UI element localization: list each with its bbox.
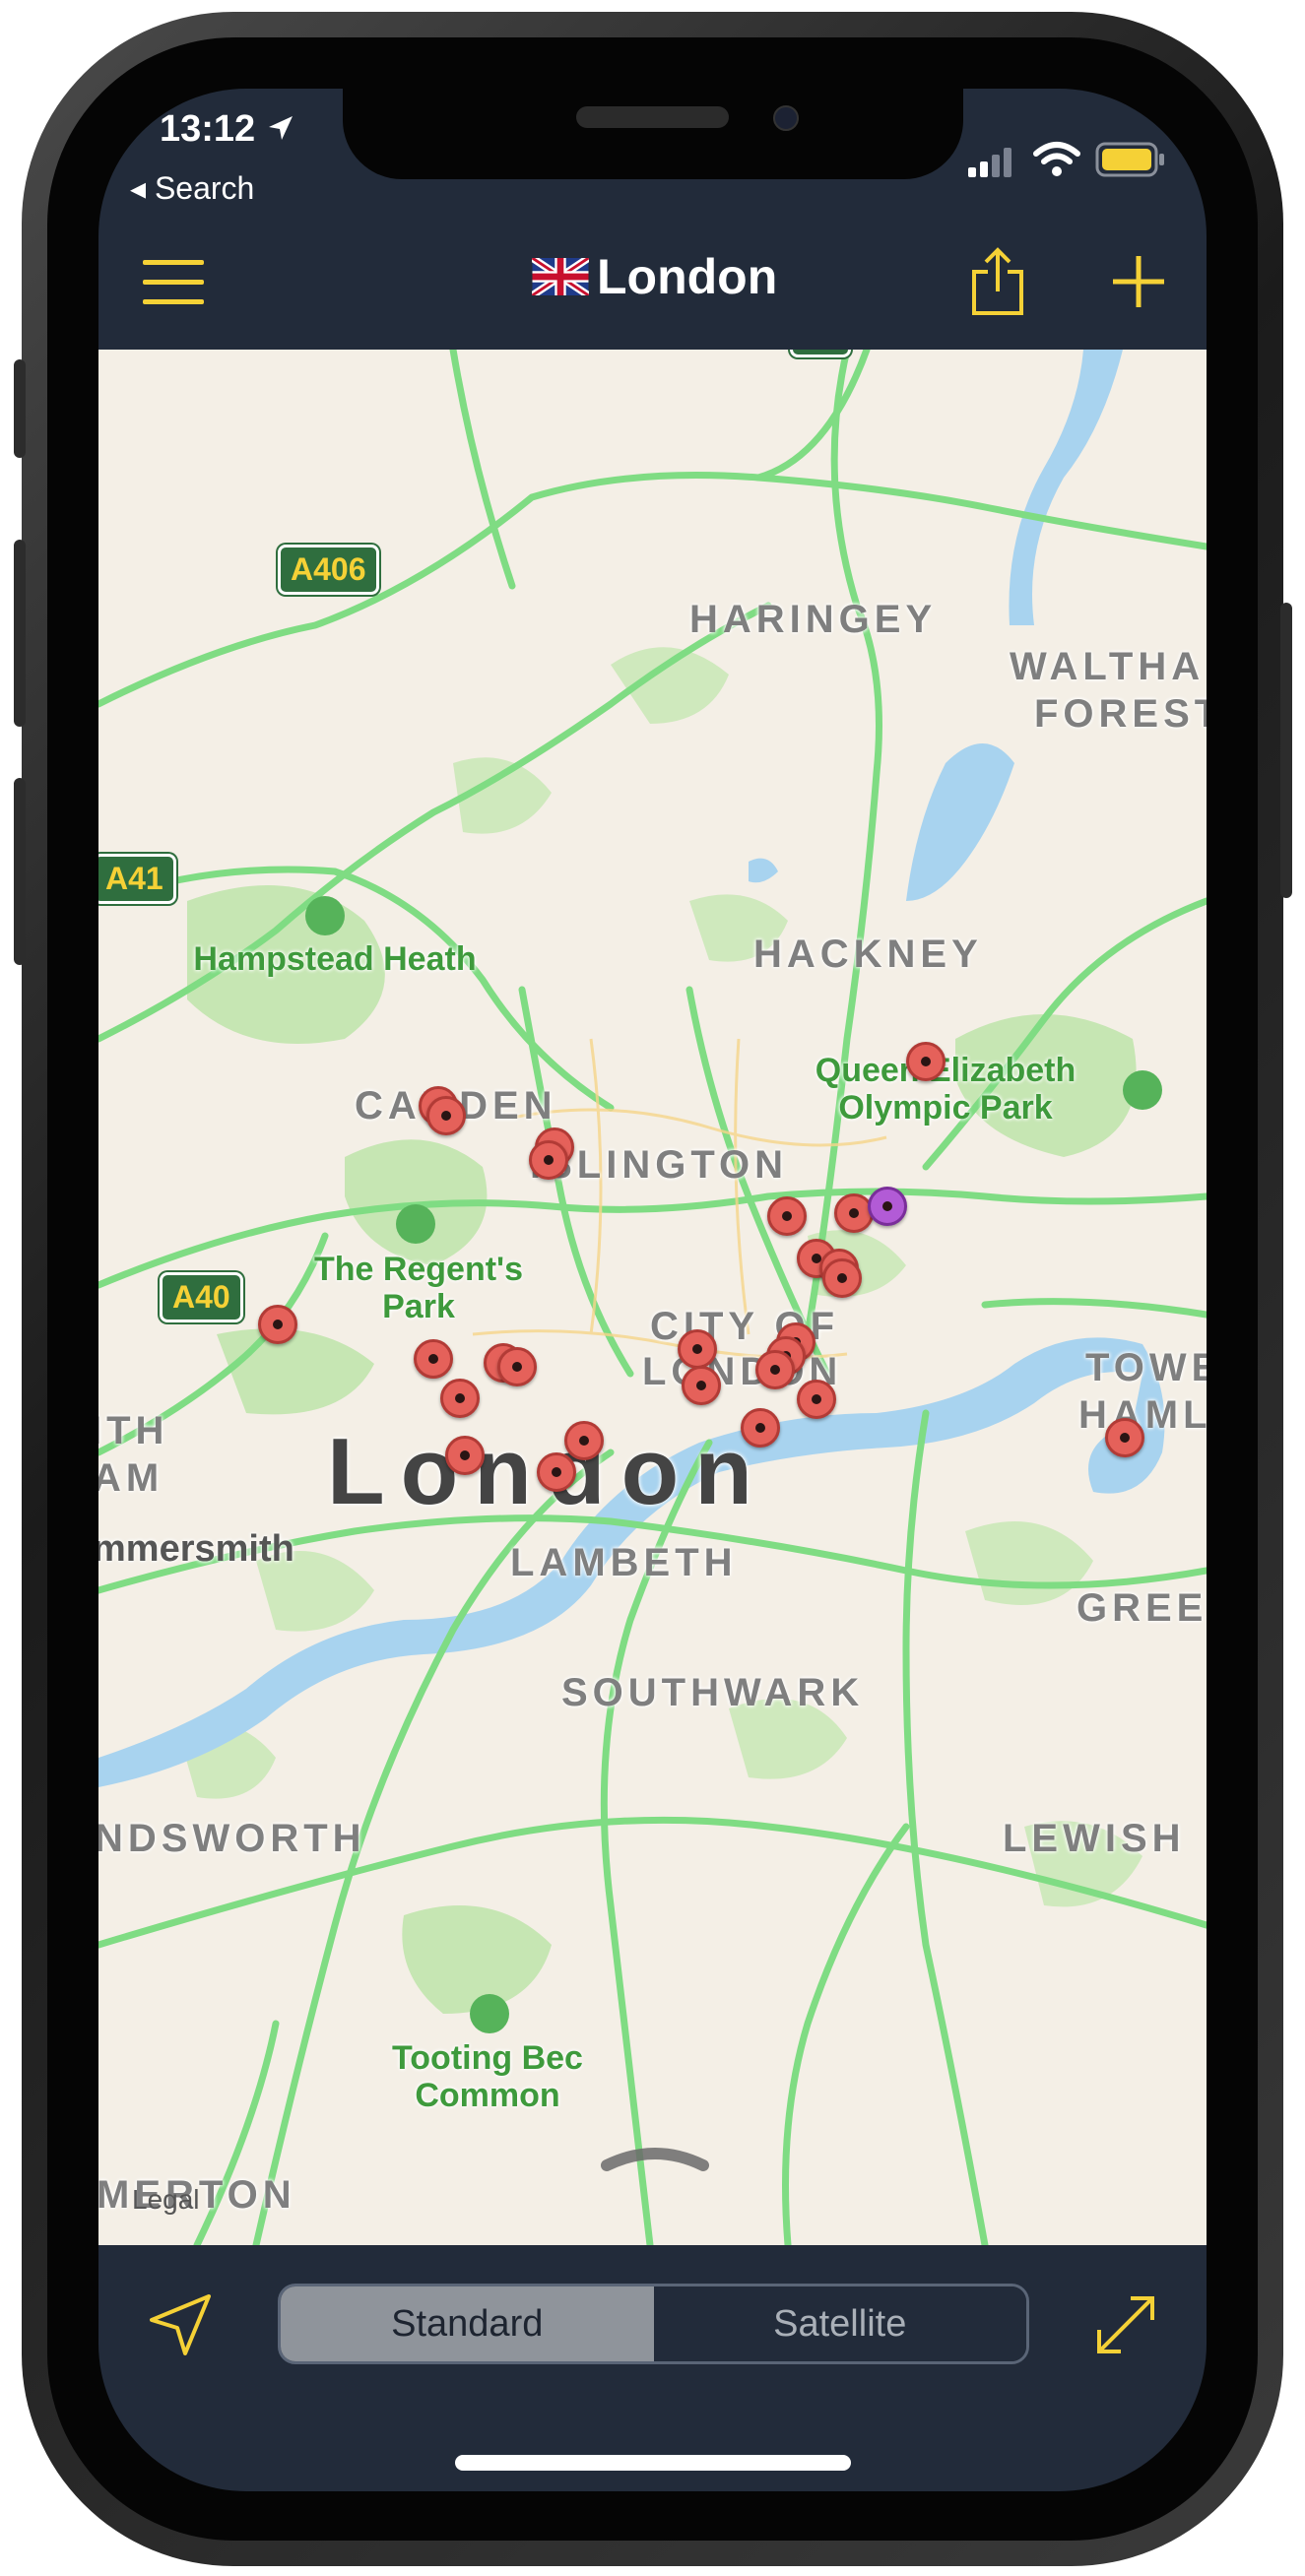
legal-link[interactable]: Legal — [132, 2184, 200, 2216]
district-lambeth: LAMBETH — [510, 1541, 738, 1584]
uk-flag-icon — [532, 258, 589, 295]
map-pin-selected[interactable] — [868, 1187, 907, 1226]
park-label-tooting-bec-common: Tooting Bec Common — [392, 2039, 583, 2114]
location-arrow-icon[interactable] — [148, 2292, 213, 2357]
map-pin[interactable] — [426, 1096, 466, 1135]
wifi-icon — [1033, 142, 1080, 176]
map-type-segmented-control: Standard Satellite — [278, 2284, 1029, 2364]
map-pin[interactable] — [906, 1042, 946, 1081]
district-wandsworth: NDSWORTH — [98, 1817, 366, 1860]
district-greenwich: GREE — [1077, 1586, 1207, 1630]
plus-icon[interactable] — [1111, 254, 1166, 309]
map-pin[interactable] — [529, 1140, 568, 1180]
map-pin[interactable] — [414, 1339, 453, 1379]
district-tower: TOWE — [1085, 1346, 1207, 1389]
park-icon — [1123, 1070, 1162, 1110]
park-icon — [305, 896, 345, 935]
map-pin[interactable] — [497, 1347, 537, 1386]
back-to-search-link[interactable]: ◂ Search — [130, 169, 254, 207]
map-pin[interactable] — [1105, 1418, 1144, 1457]
park-label-hampstead-heath: Hampstead Heath — [193, 940, 477, 978]
side-button-left-top — [14, 359, 26, 458]
park-label-olympic-park: Queen Elizabeth Olympic Park — [815, 1052, 1077, 1127]
map-pin[interactable] — [440, 1379, 480, 1418]
page-title: London — [532, 248, 808, 305]
district-hackney: HACKNEY — [753, 933, 983, 976]
map-pin[interactable] — [445, 1436, 485, 1475]
map-pin[interactable] — [797, 1380, 836, 1419]
district-am: AM — [98, 1456, 164, 1500]
map-pin[interactable] — [564, 1421, 604, 1460]
home-indicator[interactable] — [455, 2455, 851, 2471]
speaker-grille — [576, 106, 729, 128]
road-sign-a406: A406 — [278, 545, 379, 595]
road-sign-top-partial — [790, 350, 851, 357]
notch — [343, 89, 963, 179]
share-icon[interactable] — [970, 246, 1025, 317]
district-waltham: WALTHA — [1010, 645, 1206, 688]
drag-handle-icon[interactable] — [601, 2144, 709, 2173]
menu-icon[interactable] — [143, 258, 204, 307]
map-view[interactable]: A406 A41 A40 HARINGEY WALTHA FOREST HACK… — [98, 350, 1207, 2245]
map-pin[interactable] — [682, 1366, 721, 1405]
side-button-left-mid — [14, 540, 26, 727]
park-icon — [396, 1204, 435, 1244]
map-pin[interactable] — [258, 1305, 297, 1344]
map-pin[interactable] — [741, 1408, 780, 1448]
map-pin[interactable] — [767, 1196, 807, 1236]
park-label-regents-park: The Regent's Park — [313, 1251, 524, 1325]
segment-satellite[interactable]: Satellite — [653, 2286, 1026, 2361]
battery-icon — [1095, 142, 1164, 177]
segment-standard[interactable]: Standard — [281, 2286, 654, 2361]
district-haringey: HARINGEY — [689, 598, 938, 641]
map-base-layer — [98, 350, 1207, 2245]
cellular-signal-icon — [968, 148, 1011, 177]
status-time: 13:12 — [160, 108, 295, 151]
expand-icon[interactable] — [1095, 2294, 1156, 2355]
location-services-icon — [268, 116, 293, 140]
map-pin[interactable] — [822, 1258, 862, 1298]
map-pin[interactable] — [678, 1329, 717, 1369]
road-sign-a40: A40 — [160, 1272, 243, 1322]
map-pin[interactable] — [755, 1350, 795, 1389]
district-smith: ITH — [98, 1409, 169, 1452]
district-lewisham: LEWISH — [1003, 1817, 1186, 1860]
side-button-left-bottom — [14, 778, 26, 965]
park-icon — [470, 1994, 509, 2033]
road-sign-a41: A41 — [98, 854, 176, 904]
map-pin[interactable] — [537, 1452, 576, 1492]
front-camera — [773, 105, 799, 131]
district-southwark: SOUTHWARK — [561, 1671, 865, 1714]
district-hammersmith: mmersmith — [98, 1528, 294, 1570]
side-button-right — [1280, 603, 1292, 898]
district-forest: FOREST — [1034, 692, 1207, 736]
